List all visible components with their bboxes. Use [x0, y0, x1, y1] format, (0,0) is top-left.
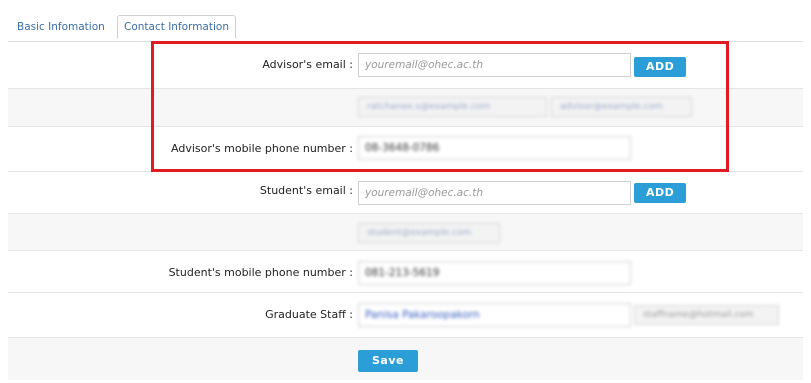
- advisor-email-list-row: ratchanee.s@example.com advisor@example.…: [8, 89, 803, 127]
- tab-bar: Basic Infomation Contact Information: [8, 12, 803, 42]
- advisor-phone-label: Advisor's mobile phone number :: [171, 142, 353, 155]
- graduate-staff-input[interactable]: Panisa Pakaroopakorn: [358, 303, 631, 327]
- advisor-email-chip: ratchanee.s@example.com: [358, 97, 547, 117]
- tab-contact-information[interactable]: Contact Information: [117, 15, 236, 39]
- student-email-chip: student@example.com: [358, 223, 500, 243]
- advisor-phone-row: Advisor's mobile phone number : 08-3648-…: [8, 127, 803, 172]
- advisor-email-input[interactable]: youremail@ohec.ac.th: [358, 53, 631, 77]
- advisor-phone-input[interactable]: 08-3648-0786: [358, 136, 631, 160]
- add-advisor-email-button[interactable]: ADD: [634, 57, 687, 77]
- graduate-staff-label: Graduate Staff :: [265, 308, 353, 321]
- advisor-email-row: Advisor's email : youremail@ohec.ac.th A…: [8, 42, 803, 89]
- save-row: Save: [8, 338, 803, 380]
- advisor-email-label: Advisor's email :: [262, 58, 353, 71]
- graduate-staff-row: Graduate Staff : Panisa Pakaroopakorn st…: [8, 293, 803, 338]
- add-student-email-button[interactable]: ADD: [634, 183, 687, 203]
- student-email-list-row: student@example.com: [8, 214, 803, 251]
- student-email-row: Student's email : youremail@ohec.ac.th A…: [8, 172, 803, 214]
- student-email-label: Student's email :: [259, 184, 353, 197]
- student-phone-input[interactable]: 081-213-5619: [358, 261, 631, 285]
- graduate-staff-email: staffname@hotmail.com: [634, 305, 779, 325]
- tab-basic-information[interactable]: Basic Infomation: [10, 15, 112, 39]
- save-button[interactable]: Save: [358, 350, 418, 372]
- student-phone-label: Student's mobile phone number :: [168, 266, 353, 279]
- advisor-email-chip: advisor@example.com: [551, 97, 692, 117]
- student-email-input[interactable]: youremail@ohec.ac.th: [358, 181, 631, 205]
- student-phone-row: Student's mobile phone number : 081-213-…: [8, 251, 803, 293]
